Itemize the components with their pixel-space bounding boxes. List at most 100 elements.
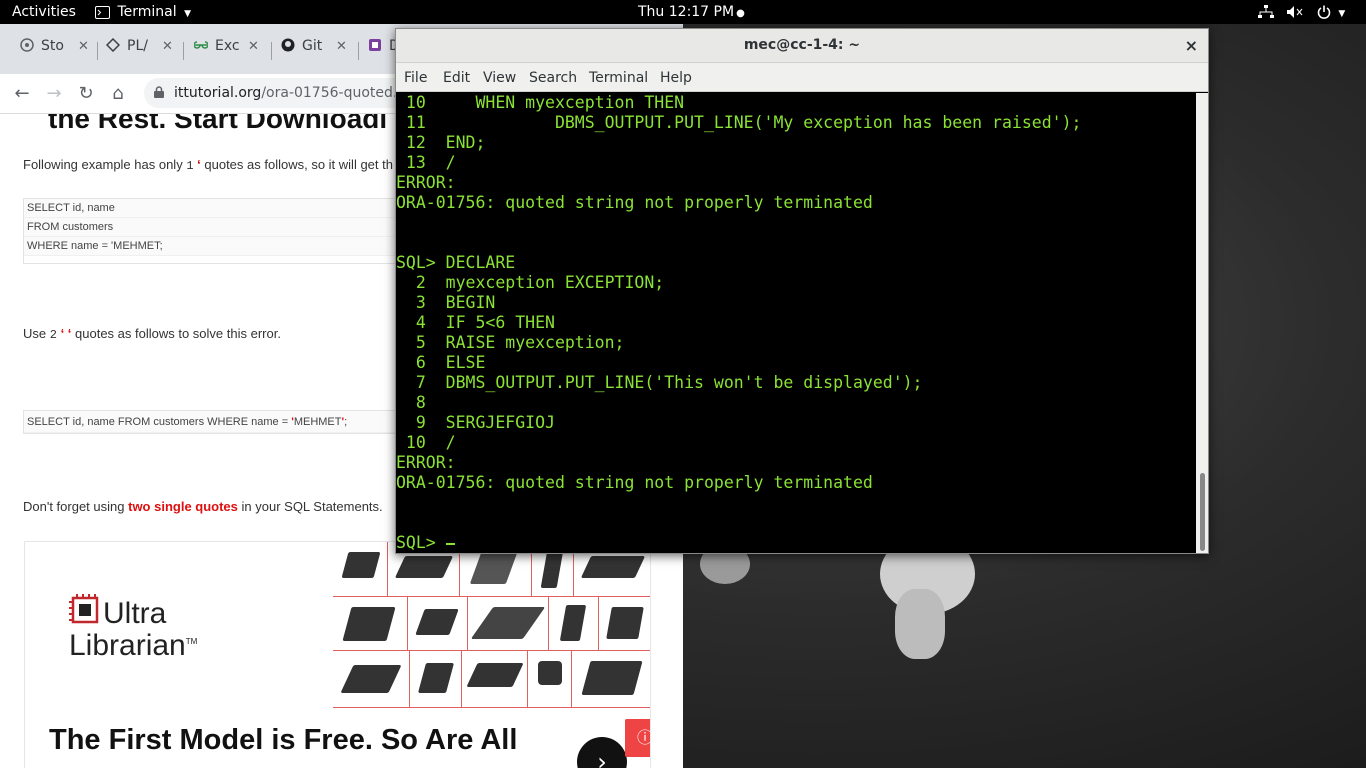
reload-button[interactable]: ↻: [76, 84, 96, 104]
para-number: 1: [186, 159, 194, 173]
chip-image: [333, 597, 408, 651]
code-line: SELECT id, name: [24, 199, 422, 218]
ad-info-button[interactable]: ⓘ: [625, 719, 650, 757]
terminal-line: SQL> DECLARE: [396, 253, 516, 272]
chevron-down-icon: ▼: [1338, 9, 1346, 19]
terminal-line: 13 /: [396, 153, 456, 172]
close-tab-icon[interactable]: ✕: [78, 39, 89, 54]
advertisement[interactable]: Ultra LibrarianTM The First Model is Fre…: [24, 541, 651, 768]
terminal-screen[interactable]: 10 WHEN myexception THEN 11 DBMS_OUTPUT.…: [396, 93, 1196, 553]
network-icon: [1258, 5, 1274, 18]
terminal-line: ERROR:: [396, 173, 456, 192]
tab-separator: [358, 42, 359, 60]
terminal-line: 3 BEGIN: [396, 293, 496, 312]
tab-label: Exc: [215, 38, 240, 54]
url-path: /ora-01756-quoted...: [261, 85, 407, 101]
code-text: ;: [344, 416, 348, 428]
chip-image: [528, 651, 572, 708]
code-block: SELECT id, name FROM customers WHERE nam…: [23, 198, 423, 264]
close-icon[interactable]: ×: [1185, 36, 1198, 55]
quote-mark: ‘ ‘: [60, 326, 72, 341]
para-text: Use: [23, 326, 50, 341]
clock-label: Thu 12:17 PM: [638, 4, 735, 20]
lock-icon: [154, 86, 164, 98]
chip-image: [408, 597, 468, 651]
terminal-line: 2 myexception EXCEPTION;: [396, 273, 665, 292]
terminal-line: 10 WHEN myexception THEN: [396, 93, 685, 112]
terminal-line: ORA-01756: quoted string not properly te…: [396, 473, 873, 492]
paragraph: Use 2 ‘ ‘ quotes as follows to solve thi…: [23, 326, 281, 342]
logo-tm: TM: [185, 637, 198, 646]
ad-next-button[interactable]: ›: [577, 737, 627, 768]
terminal-line: 10 /: [396, 433, 456, 452]
para-text: Following example has only: [23, 157, 187, 172]
menu-terminal[interactable]: Terminal: [589, 70, 648, 86]
code-text: MEHMET: [293, 416, 342, 428]
emphasis-text: two single quotes: [128, 499, 238, 514]
terminal-line: ORA-01756: quoted string not properly te…: [396, 193, 873, 212]
terminal-title: mec@cc-1-4: ~: [743, 37, 861, 53]
menu-view[interactable]: View: [483, 70, 516, 86]
ad-headline: The First Model is Free. So Are All: [49, 724, 518, 756]
app-menu[interactable]: Terminal ▼: [95, 3, 191, 23]
close-tab-icon[interactable]: ✕: [248, 39, 259, 54]
chip-image: [468, 597, 549, 651]
chip-image: [572, 651, 650, 708]
terminal-line: ERROR:: [396, 453, 456, 472]
home-button[interactable]: ⌂: [108, 84, 128, 104]
terminal-window: mec@cc-1-4: ~ × File Edit View Search Te…: [395, 28, 1209, 554]
paragraph: Following example has only 1 ‘ quotes as…: [23, 157, 393, 173]
close-tab-icon[interactable]: ✕: [162, 39, 173, 54]
browser-tab[interactable]: Git ✕: [281, 38, 351, 62]
chip-image: [462, 651, 528, 708]
bookmark-icon: [369, 39, 381, 51]
browser-tab[interactable]: PL/ ✕: [106, 38, 176, 62]
clock[interactable]: Thu 12:17 PM ●: [638, 3, 745, 23]
scrollbar-thumb[interactable]: [1200, 473, 1205, 551]
wallpaper-shape: [895, 589, 945, 659]
app-menu-label: Terminal: [117, 4, 177, 20]
close-tab-icon[interactable]: ✕: [336, 39, 347, 54]
tab-separator: [97, 42, 98, 60]
menu-file[interactable]: File: [404, 70, 427, 86]
tab-separator: [271, 42, 272, 60]
tab-label: PL/: [127, 38, 148, 54]
activities-button[interactable]: Activities: [12, 3, 76, 21]
menu-edit[interactable]: Edit: [443, 70, 470, 86]
browser-tab[interactable]: D: [368, 38, 398, 62]
volume-muted-icon: [1287, 6, 1303, 18]
browser-tab[interactable]: Sto ✕: [20, 38, 90, 62]
browser-tab[interactable]: Exc ✕: [194, 38, 264, 62]
tab-separator: [183, 42, 184, 60]
chip-image: [599, 597, 650, 651]
notification-dot-icon: ●: [736, 8, 745, 19]
para-text: quotes as follows to solve this error.: [71, 326, 281, 341]
url-host: ittutorial.org: [174, 85, 262, 101]
para-text: in your SQL Statements.: [237, 499, 383, 514]
chip-image: [333, 542, 388, 597]
terminal-cursor: [446, 543, 455, 545]
para-text: Don't forget using: [23, 499, 129, 514]
github-icon: [281, 38, 295, 52]
terminal-line: 5 RAISE myexception;: [396, 333, 625, 352]
terminal-line: 9 SERGJEFGIOJ: [396, 413, 555, 432]
terminal-titlebar[interactable]: mec@cc-1-4: ~ ×: [396, 29, 1208, 63]
terminal-prompt-line: SQL>: [396, 533, 446, 552]
para-text: quotes as follows, so it will get th: [200, 157, 393, 172]
menu-help[interactable]: Help: [660, 70, 692, 86]
back-button[interactable]: ←: [12, 84, 32, 104]
plsql-icon: [106, 38, 120, 52]
code-text: SELECT id, name FROM customers WHERE nam…: [27, 416, 292, 428]
terminal-scrollbar[interactable]: [1196, 93, 1208, 553]
system-menu[interactable]: ▼: [1258, 3, 1345, 23]
code-line: WHERE name = 'MEHMET;: [24, 237, 422, 256]
url-text: ittutorial.org/ora-01756-quoted...: [174, 78, 406, 108]
geeksforgeeks-icon: [194, 41, 208, 49]
code-block: SELECT id, name FROM customers WHERE nam…: [23, 410, 423, 434]
forward-button[interactable]: →: [44, 84, 64, 104]
menu-search[interactable]: Search: [529, 70, 577, 86]
code-line: FROM customers: [24, 218, 422, 237]
para-number: 2: [49, 328, 57, 342]
ad-logo-text: Ultra LibrarianTM: [69, 599, 198, 661]
terminal-menubar: File Edit View Search Terminal Help: [396, 63, 1208, 92]
